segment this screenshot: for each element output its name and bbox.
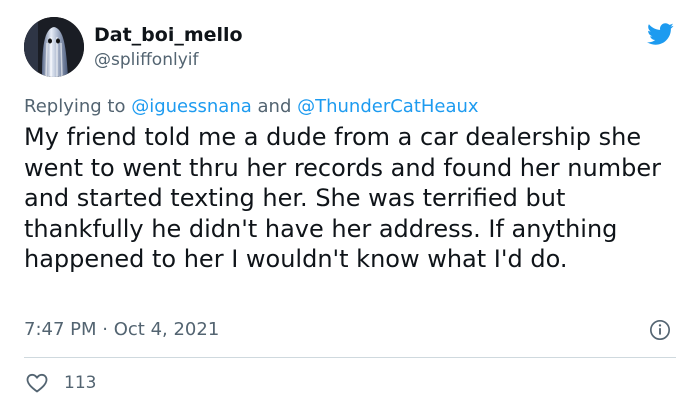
mention-link-2[interactable]: @ThunderCatHeaux xyxy=(297,96,478,117)
info-icon[interactable] xyxy=(649,319,671,341)
replying-to-line: Replying to @iguessnana and @ThunderCatH… xyxy=(24,96,479,118)
avatar[interactable] xyxy=(24,17,84,77)
heart-icon[interactable] xyxy=(24,371,50,395)
replying-prefix: Replying to xyxy=(24,96,126,117)
tweet-date[interactable]: Oct 4, 2021 xyxy=(114,319,220,340)
ghost-avatar-image xyxy=(24,17,84,77)
tweet-timestamp[interactable]: 7:47 PM · Oct 4, 2021 xyxy=(24,319,219,341)
tweet-text: My friend told me a dude from a car deal… xyxy=(24,123,661,273)
twitter-bird-icon[interactable] xyxy=(644,20,676,48)
tweet-time[interactable]: 7:47 PM xyxy=(24,319,97,340)
like-button[interactable]: 113 xyxy=(24,371,96,395)
mention-link-1[interactable]: @iguessnana xyxy=(131,96,252,117)
user-handle[interactable]: @spliffonlyif xyxy=(94,50,198,70)
like-count: 113 xyxy=(64,373,97,393)
replying-joiner: and xyxy=(257,96,292,117)
timestamp-separator: · xyxy=(102,319,108,340)
display-name[interactable]: Dat_boi_mello xyxy=(94,24,243,46)
divider xyxy=(24,357,676,358)
